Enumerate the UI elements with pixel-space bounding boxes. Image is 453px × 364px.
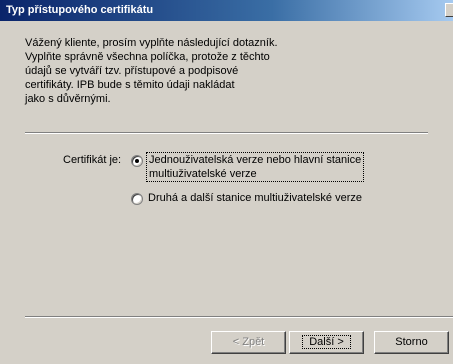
- next-button-label: Další >: [302, 335, 351, 349]
- intro-line: Vážený kliente, prosím vyplňte následují…: [25, 37, 278, 49]
- cancel-button[interactable]: Storno: [374, 331, 449, 354]
- close-icon[interactable]: [445, 3, 453, 17]
- certificate-label: Certifikát je:: [63, 154, 122, 166]
- radio-option-line: Jednouživatelská verze nebo hlavní stani…: [149, 154, 362, 166]
- next-button[interactable]: Další >: [289, 331, 364, 354]
- radio-button-selected[interactable]: [131, 155, 143, 167]
- footer-divider: [25, 316, 453, 318]
- radio-option-label[interactable]: Druhá a další stanice multiuživatelské v…: [148, 191, 362, 205]
- intro-line: údajů se vytváří tzv. přístupové a podpi…: [25, 65, 239, 77]
- title-bar: Typ přístupového certifikátu: [0, 0, 453, 21]
- intro-line: Vyplňte správně všechna políčka, protože…: [25, 51, 270, 63]
- intro-line: certifikáty. IPB bude s těmito údaji nak…: [25, 79, 235, 91]
- certificate-type-dialog: Typ přístupového certifikátu Vážený klie…: [0, 0, 453, 364]
- radio-dot-icon: [135, 159, 139, 163]
- radio-button[interactable]: [131, 193, 143, 205]
- window-title: Typ přístupového certifikátu: [6, 4, 154, 16]
- radio-option-line: Druhá a další stanice multiuživatelské v…: [148, 192, 362, 204]
- back-button[interactable]: < Zpět: [211, 331, 286, 354]
- radio-option-label[interactable]: Jednouživatelská verze nebo hlavní stani…: [146, 152, 365, 182]
- intro-line: jako s důvěrnými.: [25, 93, 111, 105]
- header-divider: [25, 132, 428, 134]
- radio-option-line: multiuživatelské verze: [149, 168, 257, 180]
- intro-text: Vážený kliente, prosím vyplňte následují…: [25, 36, 355, 106]
